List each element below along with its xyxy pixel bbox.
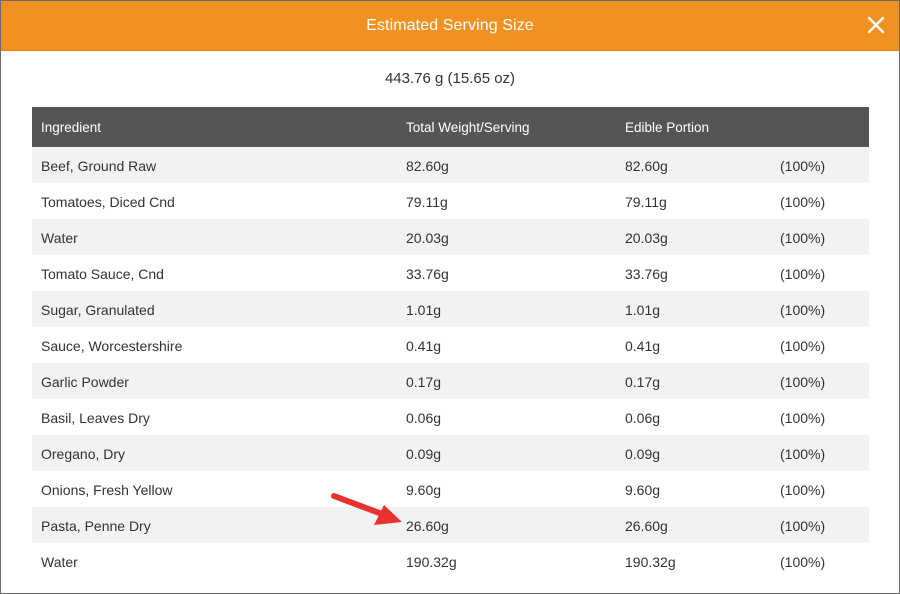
total-weight-cell: 26.60g bbox=[406, 518, 449, 534]
ingredient-cell: Sugar, Granulated bbox=[41, 302, 155, 318]
table-body: Beef, Ground Raw 82.60g 82.60g (100%) Tomato… bbox=[32, 147, 869, 579]
table-row: Beef, Ground Raw 82.60g 82.60g (100%) bbox=[32, 147, 869, 183]
total-weight-cell: 190.32g bbox=[406, 554, 457, 570]
ingredient-cell: Pasta, Penne Dry bbox=[41, 518, 151, 534]
total-weight-cell: 9.60g bbox=[406, 482, 442, 498]
ingredient-cell: Tomato Sauce, Cnd bbox=[41, 266, 164, 282]
edible-portion-cell: 0.41g bbox=[625, 338, 661, 354]
ingredient-cell: Water bbox=[41, 230, 78, 246]
edible-portion-cell: 0.06g bbox=[625, 410, 661, 426]
table-row: Basil, Leaves Dry 0.06g 0.06g (100%) bbox=[32, 399, 869, 435]
edible-percent-cell: (100%) bbox=[780, 410, 826, 426]
total-weight-cell: 82.60g bbox=[406, 158, 449, 174]
table-row: Tomatoes, Diced Cnd 79.11g 79.11g (100%) bbox=[32, 183, 869, 219]
edible-percent-cell: (100%) bbox=[780, 518, 826, 534]
edible-portion-cell: 190.32g bbox=[625, 554, 676, 570]
edible-portion-cell: 33.76g bbox=[625, 266, 668, 282]
total-weight-cell: 33.76g bbox=[406, 266, 449, 282]
edible-percent-cell: (100%) bbox=[780, 446, 826, 462]
table-row: Tomato Sauce, Cnd 33.76g 33.76g (100%) bbox=[32, 255, 869, 291]
edible-percent-cell: (100%) bbox=[780, 266, 826, 282]
table-header: Ingredient Total Weight/Serving Edible P… bbox=[32, 107, 869, 147]
dialog-title: Estimated Serving Size bbox=[366, 17, 534, 34]
ingredient-cell: Garlic Powder bbox=[41, 374, 129, 390]
ingredient-cell: Sauce, Worcestershire bbox=[41, 338, 183, 354]
total-weight-cell: 1.01g bbox=[406, 302, 442, 318]
total-weight-cell: 0.41g bbox=[406, 338, 442, 354]
edible-percent-cell: (100%) bbox=[780, 338, 826, 354]
table-row: Water 190.32g 190.32g (100%) bbox=[32, 543, 869, 579]
total-weight-cell: 0.06g bbox=[406, 410, 442, 426]
edible-portion-cell: 0.17g bbox=[625, 374, 661, 390]
ingredient-cell: Oregano, Dry bbox=[41, 446, 126, 462]
table-row: Water 20.03g 20.03g (100%) bbox=[32, 219, 869, 255]
table-row: Sauce, Worcestershire 0.41g 0.41g (100%) bbox=[32, 327, 869, 363]
dialog-header: Estimated Serving Size bbox=[1, 1, 899, 51]
ingredient-cell: Beef, Ground Raw bbox=[41, 158, 157, 174]
edible-portion-cell: 26.60g bbox=[625, 518, 668, 534]
total-weight-cell: 0.17g bbox=[406, 374, 442, 390]
edible-portion-cell: 9.60g bbox=[625, 482, 661, 498]
ingredients-table: Ingredient Total Weight/Serving Edible P… bbox=[32, 107, 869, 579]
edible-percent-cell: (100%) bbox=[780, 374, 826, 390]
edible-portion-cell: 0.09g bbox=[625, 446, 661, 462]
table-row: Pasta, Penne Dry 26.60g 26.60g (100%) bbox=[32, 507, 869, 543]
ingredient-cell: Water bbox=[41, 554, 78, 570]
edible-percent-cell: (100%) bbox=[780, 194, 826, 210]
total-weight-cell: 79.11g bbox=[406, 194, 448, 210]
edible-percent-cell: (100%) bbox=[780, 554, 826, 570]
edible-percent-cell: (100%) bbox=[780, 482, 826, 498]
edible-percent-cell: (100%) bbox=[780, 158, 826, 174]
column-header-total-weight: Total Weight/Serving bbox=[406, 120, 530, 135]
edible-portion-cell: 20.03g bbox=[625, 230, 668, 246]
serving-size-summary: 443.76 g (15.65 oz) bbox=[384, 70, 516, 87]
ingredient-cell: Tomatoes, Diced Cnd bbox=[41, 194, 175, 210]
table-row: Oregano, Dry 0.09g 0.09g (100%) bbox=[32, 435, 869, 471]
ingredient-cell: Basil, Leaves Dry bbox=[41, 410, 150, 426]
total-weight-cell: 20.03g bbox=[406, 230, 449, 246]
table-row: Garlic Powder 0.17g 0.17g (100%) bbox=[32, 363, 869, 399]
total-weight-cell: 0.09g bbox=[406, 446, 442, 462]
edible-percent-cell: (100%) bbox=[780, 302, 826, 318]
table-row: Sugar, Granulated 1.01g 1.01g (100%) bbox=[32, 291, 869, 327]
close-icon bbox=[867, 16, 885, 34]
ingredient-cell: Onions, Fresh Yellow bbox=[41, 482, 173, 498]
table-row: Onions, Fresh Yellow 9.60g 9.60g (100%) bbox=[32, 471, 869, 507]
edible-portion-cell: 79.11g bbox=[625, 194, 667, 210]
serving-size-dialog: Estimated Serving Size 443.76 g (15.65 o… bbox=[0, 0, 900, 594]
column-header-edible-portion: Edible Portion bbox=[625, 120, 710, 135]
edible-portion-cell: 1.01g bbox=[625, 302, 661, 318]
column-header-ingredient: Ingredient bbox=[41, 120, 102, 135]
close-button[interactable] bbox=[866, 15, 886, 35]
edible-percent-cell: (100%) bbox=[780, 230, 826, 246]
edible-portion-cell: 82.60g bbox=[625, 158, 668, 174]
